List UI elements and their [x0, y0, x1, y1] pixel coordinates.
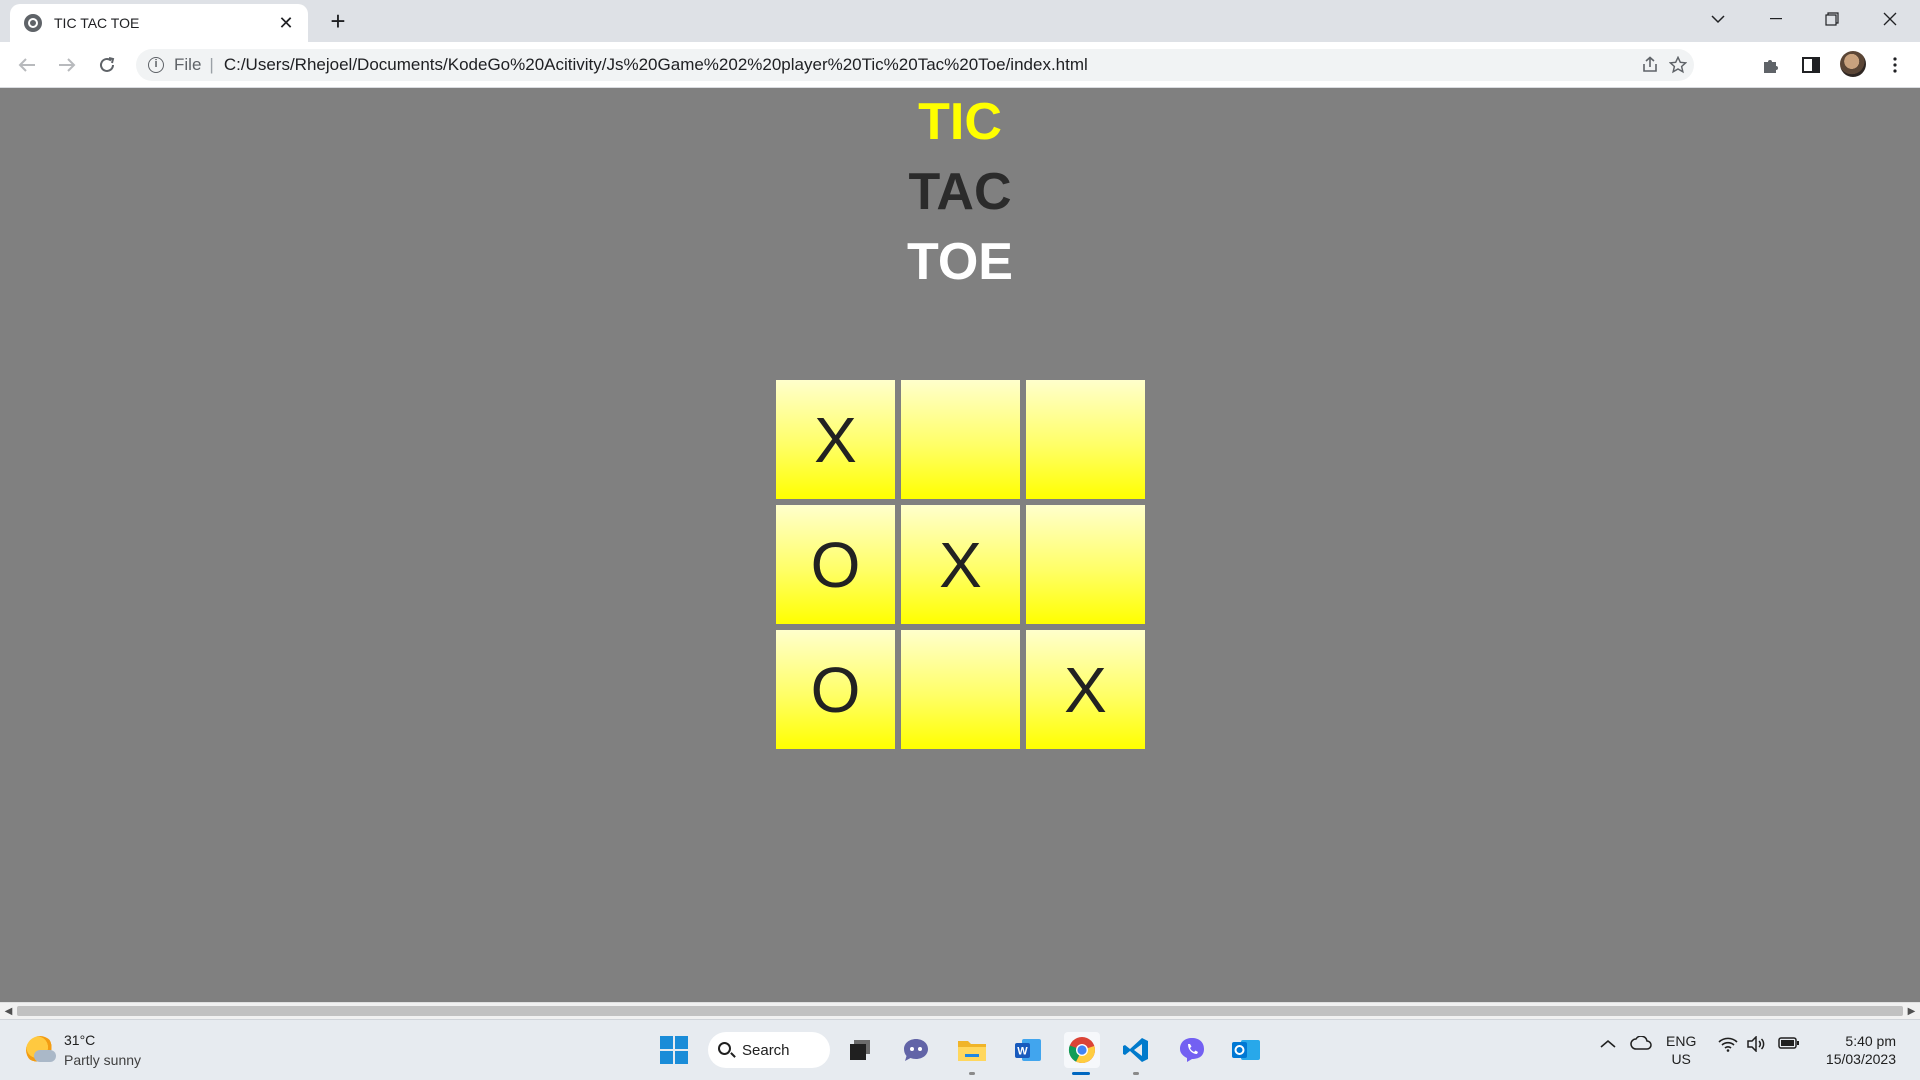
- outlook-icon[interactable]: [1228, 1032, 1264, 1068]
- weather-temperature: 31°C: [64, 1032, 96, 1048]
- language-code: ENG: [1666, 1033, 1697, 1049]
- word-icon[interactable]: W: [1010, 1032, 1046, 1068]
- profile-avatar[interactable]: [1840, 51, 1866, 77]
- browser-tab[interactable]: TIC TAC TOE ✕: [10, 4, 308, 42]
- tab-strip: TIC TAC TOE ✕ +: [0, 0, 1920, 42]
- scrollbar-thumb[interactable]: [17, 1006, 1903, 1016]
- scheme-separator: |: [209, 55, 214, 74]
- minimize-icon[interactable]: [1748, 0, 1804, 38]
- site-info-icon[interactable]: i: [148, 57, 164, 73]
- windows-logo-icon: [660, 1036, 688, 1064]
- board-cell-r3c3[interactable]: X: [1026, 630, 1145, 749]
- vscode-icon[interactable]: [1118, 1032, 1154, 1068]
- clock-date: 15/03/2023: [1825, 1051, 1896, 1067]
- tray-overflow-chevron-icon[interactable]: [1600, 1036, 1616, 1054]
- system-clock[interactable]: 5:40 pm 15/03/2023: [1810, 1032, 1896, 1068]
- forward-arrow-icon[interactable]: [52, 50, 82, 80]
- chat-icon[interactable]: [898, 1032, 934, 1068]
- back-arrow-icon[interactable]: [12, 50, 42, 80]
- board-cell-r2c3[interactable]: [1026, 505, 1145, 624]
- board-cell-r1c1[interactable]: X: [776, 380, 895, 499]
- taskbar-search[interactable]: Search: [708, 1032, 830, 1068]
- region-code: US: [1671, 1051, 1691, 1067]
- language-indicator[interactable]: ENG US: [1666, 1032, 1696, 1068]
- app-running-indicator: [1133, 1072, 1139, 1075]
- close-window-icon[interactable]: [1862, 0, 1918, 38]
- volume-icon[interactable]: [1746, 1035, 1766, 1057]
- extensions-puzzle-icon[interactable]: [1756, 50, 1786, 80]
- address-bar[interactable]: i File | C:/Users/Rhejoel/Documents/Kode…: [136, 49, 1694, 81]
- url-text[interactable]: C:/Users/Rhejoel/Documents/KodeGo%20Acit…: [224, 55, 1088, 75]
- wifi-icon[interactable]: [1718, 1036, 1738, 1057]
- globe-icon: [24, 14, 42, 32]
- battery-icon[interactable]: [1778, 1036, 1800, 1055]
- close-tab-icon[interactable]: ✕: [276, 13, 296, 33]
- clock-time: 5:40 pm: [1845, 1033, 1896, 1049]
- new-tab-button[interactable]: +: [322, 6, 354, 38]
- search-icon: [718, 1042, 731, 1055]
- tab-title: TIC TAC TOE: [54, 15, 140, 31]
- reload-icon[interactable]: [92, 50, 122, 80]
- viber-icon[interactable]: [1174, 1032, 1210, 1068]
- app-running-indicator: [969, 1072, 975, 1075]
- windows-taskbar: 31°C Partly sunny Search W ENG US 5:40 p…: [0, 1019, 1920, 1080]
- board-cell-r2c2[interactable]: X: [901, 505, 1020, 624]
- tab-search-chevron-icon[interactable]: [1690, 0, 1746, 38]
- board-cell-r1c2[interactable]: [901, 380, 1020, 499]
- chrome-active-indicator: [1072, 1072, 1090, 1075]
- svg-text:W: W: [1017, 1046, 1028, 1058]
- restore-icon[interactable]: [1804, 0, 1860, 38]
- page-viewport: TIC TAC TOE X O X O X: [0, 88, 1920, 1002]
- scroll-left-arrow-icon[interactable]: ◀: [0, 1003, 17, 1020]
- horizontal-scrollbar[interactable]: ◀ ▶: [0, 1002, 1920, 1019]
- chrome-icon[interactable]: [1064, 1032, 1100, 1068]
- browser-toolbar: i File | C:/Users/Rhejoel/Documents/Kode…: [0, 42, 1920, 88]
- more-menu-icon[interactable]: [1880, 50, 1910, 80]
- scheme-label: File: [174, 55, 202, 74]
- search-label: Search: [742, 1041, 790, 1059]
- heading-tic: TIC: [918, 93, 1002, 151]
- game-board: X O X O X: [776, 380, 1146, 750]
- file-explorer-icon[interactable]: [954, 1032, 990, 1068]
- onedrive-cloud-icon[interactable]: [1630, 1035, 1652, 1055]
- heading-toe: TOE: [907, 233, 1013, 291]
- cloud-icon: [34, 1050, 56, 1062]
- board-cell-r2c1[interactable]: O: [776, 505, 895, 624]
- start-button[interactable]: [656, 1032, 692, 1068]
- share-icon[interactable]: [1636, 49, 1664, 81]
- bookmark-star-icon[interactable]: [1664, 49, 1692, 81]
- heading-tac: TAC: [908, 163, 1012, 221]
- board-cell-r3c1[interactable]: O: [776, 630, 895, 749]
- scroll-right-arrow-icon[interactable]: ▶: [1903, 1003, 1920, 1020]
- board-cell-r1c3[interactable]: [1026, 380, 1145, 499]
- task-view-icon[interactable]: [842, 1032, 878, 1068]
- weather-description: Partly sunny: [64, 1052, 142, 1068]
- board-cell-r3c2[interactable]: [901, 630, 1020, 749]
- side-panel-icon[interactable]: [1796, 50, 1826, 80]
